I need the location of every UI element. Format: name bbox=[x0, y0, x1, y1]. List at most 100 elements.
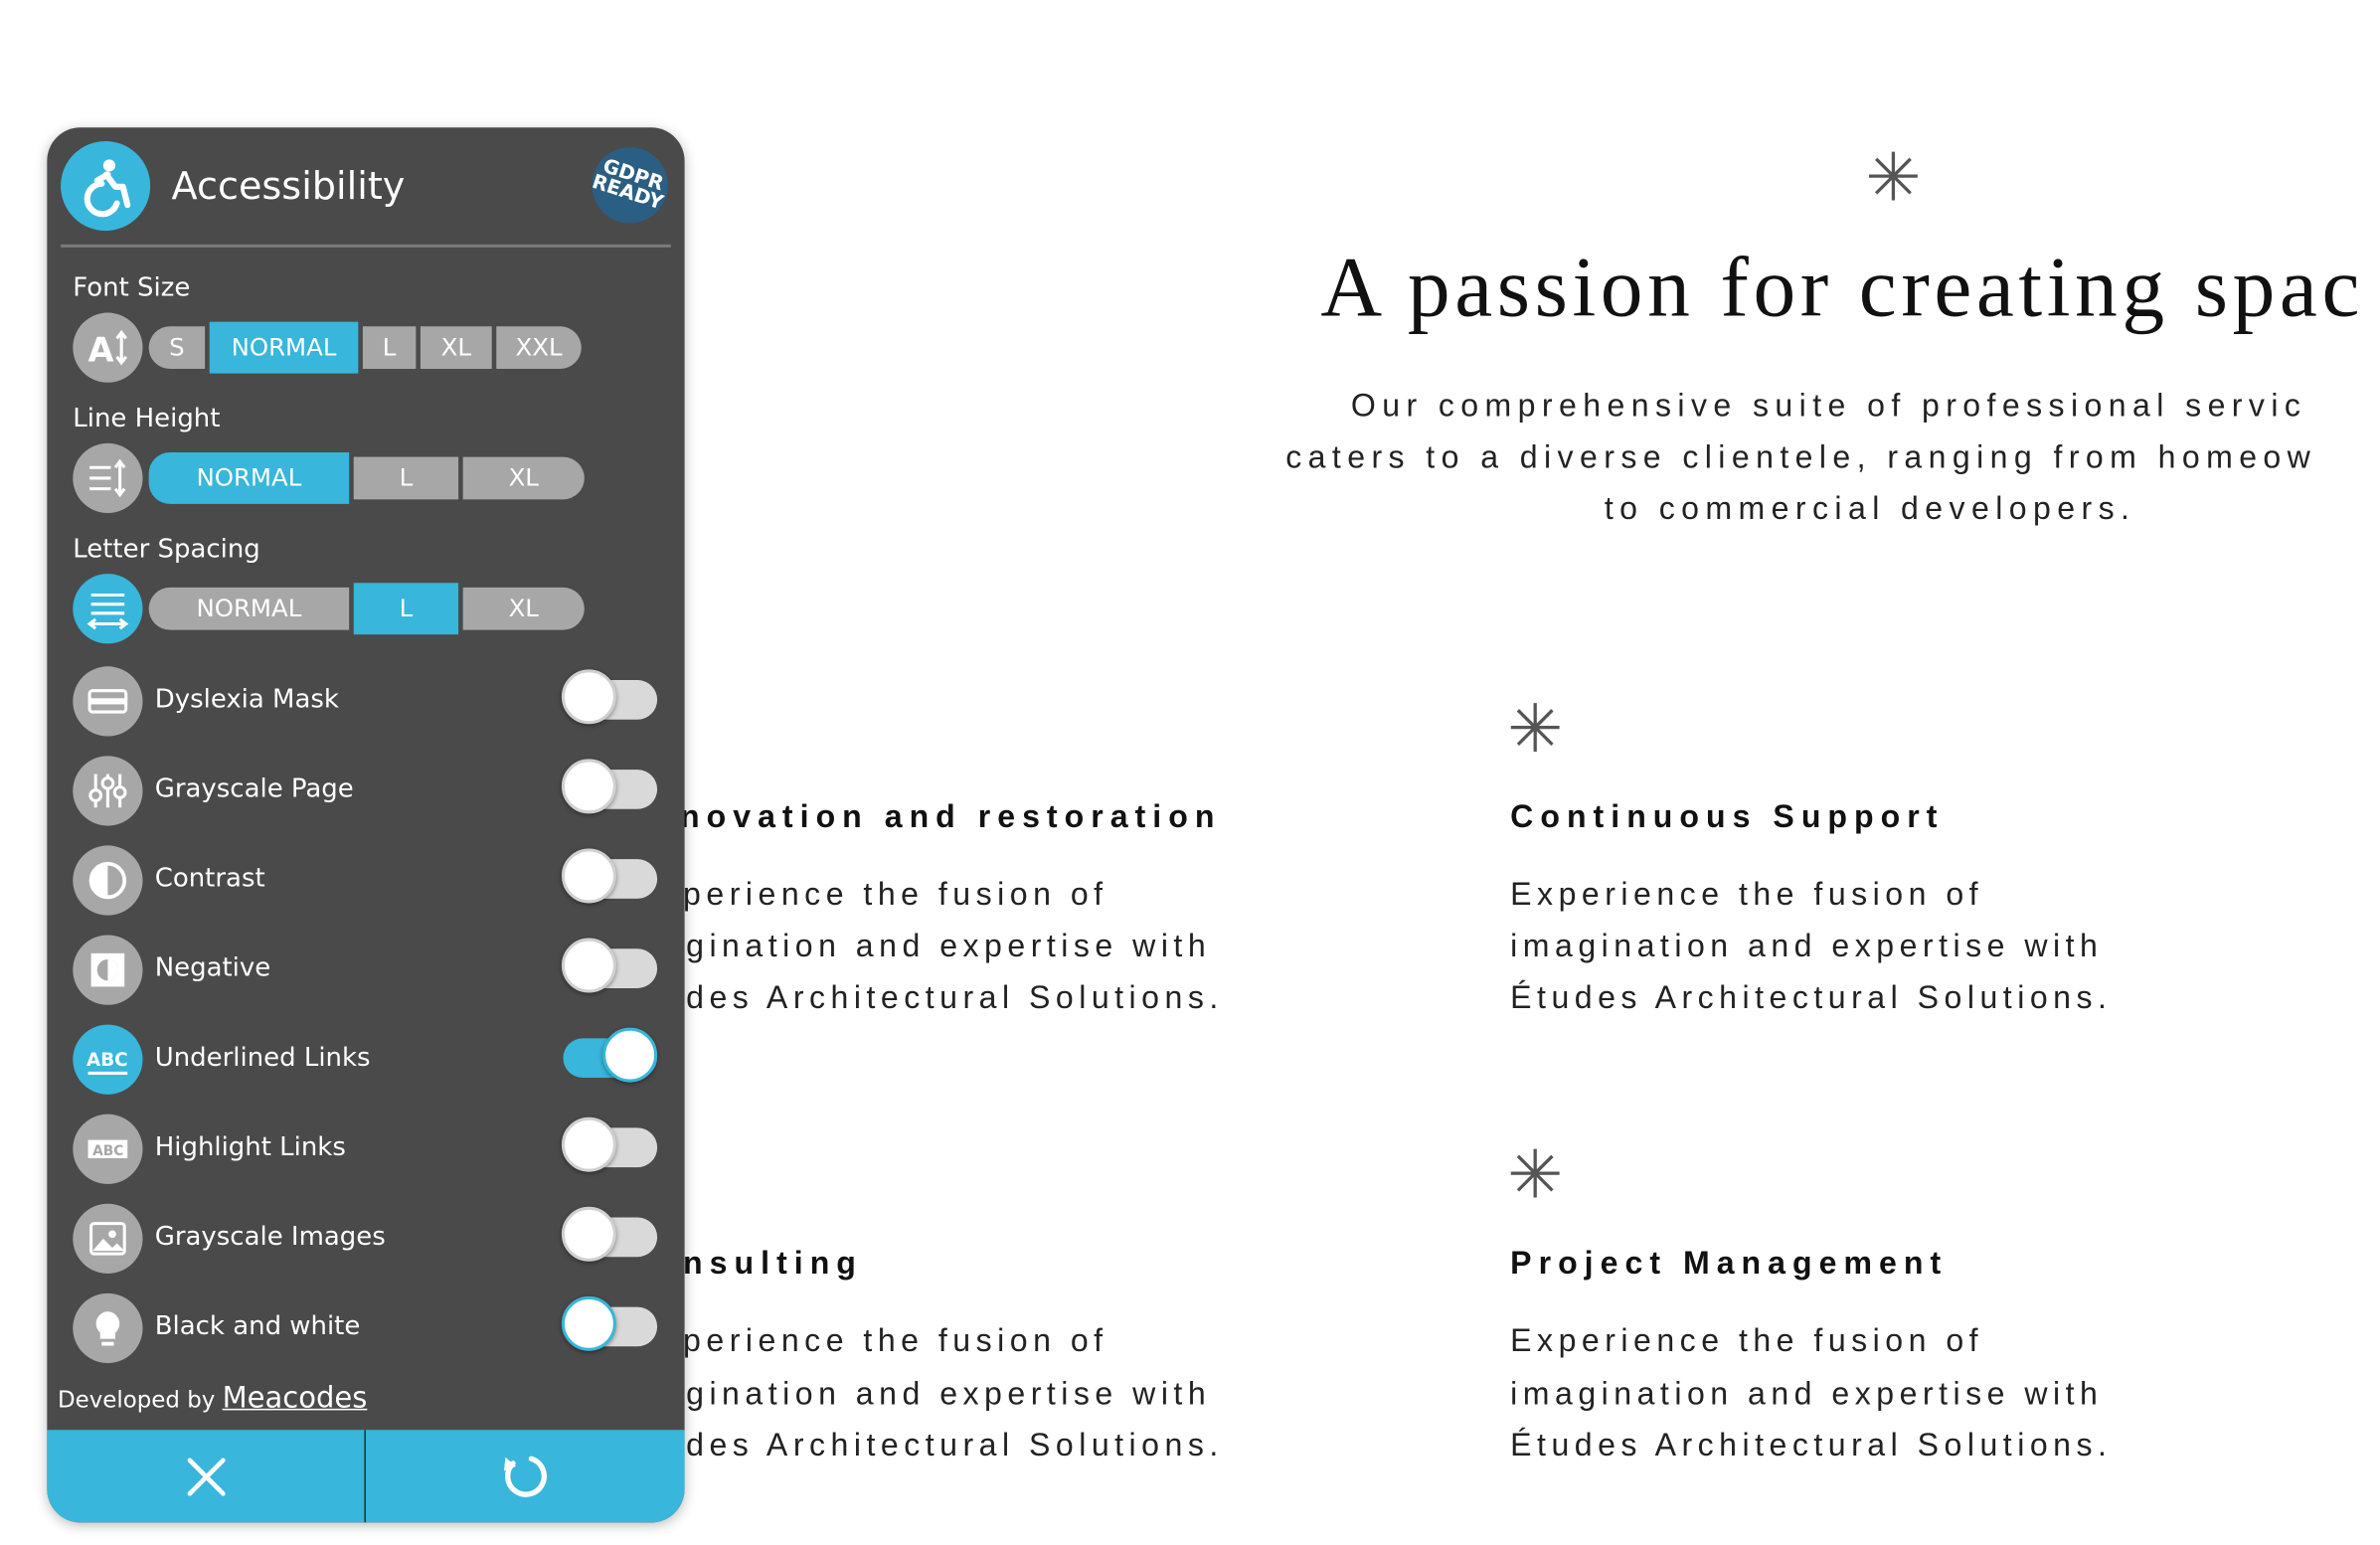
service-text: gination and expertise with bbox=[686, 929, 1212, 964]
hero-subtitle-line: to commercial developers. bbox=[1604, 491, 2136, 527]
toggle-row-black-and-white: Black and white bbox=[47, 1290, 684, 1366]
service-title: nsulting bbox=[683, 1246, 863, 1282]
image-icon bbox=[73, 1203, 143, 1274]
service-title: Project Management bbox=[1510, 1246, 1949, 1282]
toggle-row-contrast: Contrast bbox=[47, 842, 684, 918]
toggle-row-grayscale-page: Grayscale Page bbox=[47, 753, 684, 828]
letter-spacing-label: Letter Spacing bbox=[73, 534, 260, 565]
letter-spacing-option-normal[interactable]: NORMAL bbox=[148, 587, 350, 630]
font-size-selector: S NORMAL L XL XXL bbox=[148, 321, 582, 374]
black-and-white-toggle[interactable] bbox=[561, 1295, 658, 1351]
service-asterisk-icon: ✳ bbox=[1507, 690, 1564, 769]
service-text: Études Architectural Solutions. bbox=[1510, 980, 2113, 1016]
dyslexia-mask-toggle[interactable] bbox=[561, 669, 658, 725]
panel-title: Accessibility bbox=[171, 163, 406, 209]
negative-icon bbox=[73, 935, 143, 1005]
gdpr-badge: GDPR READY bbox=[582, 137, 678, 234]
toggle-label: Dyslexia Mask bbox=[154, 684, 339, 716]
toggle-label: Black and white bbox=[154, 1311, 361, 1342]
svg-text:ABC: ABC bbox=[92, 1143, 123, 1159]
underline-abc-icon: ABC bbox=[73, 1024, 143, 1095]
sliders-icon bbox=[73, 756, 143, 826]
toggle-row-underlined-links: ABC Underlined Links bbox=[47, 1022, 684, 1098]
developed-by-text: Developed by bbox=[58, 1385, 216, 1414]
toggle-label: Grayscale Images bbox=[154, 1222, 386, 1253]
toggle-row-highlight-links: ABC Highlight Links bbox=[47, 1112, 684, 1187]
negative-toggle[interactable] bbox=[561, 938, 658, 993]
contrast-toggle[interactable] bbox=[561, 848, 658, 904]
toggle-label: Contrast bbox=[154, 863, 265, 895]
toggle-knob bbox=[561, 848, 616, 904]
service-title: novation and restoration bbox=[680, 799, 1222, 835]
toggle-label: Underlined Links bbox=[154, 1042, 371, 1074]
toggle-label: Highlight Links bbox=[154, 1131, 346, 1163]
toggle-row-grayscale-images: Grayscale Images bbox=[47, 1201, 684, 1277]
letter-spacing-option-xl[interactable]: XL bbox=[462, 587, 585, 630]
wheelchair-icon bbox=[61, 140, 151, 232]
font-size-icon: A bbox=[73, 312, 143, 383]
font-size-option-xxl[interactable]: XXL bbox=[496, 326, 582, 370]
close-button[interactable] bbox=[47, 1430, 364, 1522]
letter-spacing-option-l[interactable]: L bbox=[353, 583, 459, 635]
line-height-label: Line Height bbox=[73, 404, 221, 434]
developer-link[interactable]: Meacodes bbox=[223, 1381, 368, 1415]
toggle-knob bbox=[561, 1206, 616, 1262]
contrast-icon bbox=[73, 845, 143, 916]
service-text: Études Architectural Solutions. bbox=[1510, 1428, 2113, 1463]
toggle-row-dyslexia-mask: Dyslexia Mask bbox=[47, 663, 684, 739]
letter-spacing-icon bbox=[73, 574, 143, 644]
letter-spacing-selector: NORMAL L XL bbox=[148, 583, 585, 635]
highlight-abc-icon: ABC bbox=[73, 1114, 143, 1184]
toggle-knob bbox=[561, 669, 616, 725]
font-size-option-s[interactable]: S bbox=[148, 326, 206, 370]
font-size-option-l[interactable]: L bbox=[362, 326, 417, 370]
service-text: Experience the fusion of bbox=[1510, 877, 1984, 913]
service-text: perience the fusion of bbox=[683, 877, 1108, 913]
font-size-option-xl[interactable]: XL bbox=[420, 326, 492, 370]
service-text: imagination and expertise with bbox=[1510, 929, 2104, 964]
service-text: perience the fusion of bbox=[683, 1323, 1108, 1359]
reset-button[interactable] bbox=[366, 1430, 683, 1522]
header-divider bbox=[61, 244, 671, 248]
underlined-links-toggle[interactable] bbox=[563, 1027, 658, 1083]
line-height-option-xl[interactable]: XL bbox=[462, 456, 585, 500]
accessibility-panel: Accessibility GDPR READY Font Size A S N… bbox=[47, 127, 685, 1523]
hero-subtitle-line: Our comprehensive suite of professional … bbox=[1350, 388, 2307, 424]
service-asterisk-icon: ✳ bbox=[1507, 1136, 1564, 1215]
service-text: gination and expertise with bbox=[686, 1376, 1212, 1412]
panel-action-bar bbox=[47, 1430, 685, 1523]
toggle-label: Negative bbox=[154, 952, 271, 984]
grayscale-page-toggle[interactable] bbox=[561, 759, 658, 814]
svg-text:ABC: ABC bbox=[86, 1050, 128, 1071]
toggle-knob bbox=[561, 759, 616, 814]
reset-icon bbox=[503, 1455, 547, 1496]
toggle-knob bbox=[561, 938, 616, 993]
lightbulb-icon bbox=[73, 1292, 143, 1364]
hero-title: A passion for creating spac bbox=[1320, 241, 2364, 336]
close-icon bbox=[186, 1457, 225, 1495]
line-height-icon bbox=[73, 442, 143, 514]
line-height-option-l[interactable]: L bbox=[353, 456, 459, 500]
service-title: Continuous Support bbox=[1510, 799, 1945, 835]
dyslexia-mask-icon bbox=[73, 666, 143, 737]
service-text: Experience the fusion of bbox=[1510, 1323, 1984, 1359]
service-text: des Architectural Solutions. bbox=[686, 1428, 1224, 1463]
toggle-row-negative: Negative bbox=[47, 932, 684, 1007]
toggle-knob bbox=[561, 1116, 616, 1172]
line-height-selector: NORMAL L XL bbox=[148, 451, 585, 504]
toggle-knob bbox=[602, 1027, 658, 1083]
svg-text:A: A bbox=[88, 330, 114, 369]
service-text: des Architectural Solutions. bbox=[686, 980, 1224, 1016]
grayscale-images-toggle[interactable] bbox=[561, 1206, 658, 1262]
line-height-option-normal[interactable]: NORMAL bbox=[148, 451, 350, 504]
font-size-option-normal[interactable]: NORMAL bbox=[209, 321, 359, 374]
hero-subtitle-line: caters to a diverse clientele, ranging f… bbox=[1285, 439, 2317, 475]
developer-credit: Developed by Meacodes bbox=[58, 1381, 367, 1415]
panel-header: Accessibility GDPR READY bbox=[47, 127, 684, 248]
toggle-knob bbox=[561, 1295, 616, 1351]
service-text: imagination and expertise with bbox=[1510, 1376, 2104, 1412]
font-size-label: Font Size bbox=[73, 272, 191, 304]
toggle-label: Grayscale Page bbox=[154, 773, 354, 805]
highlight-links-toggle[interactable] bbox=[561, 1116, 658, 1172]
hero-asterisk-icon: ✳ bbox=[1865, 139, 1922, 218]
